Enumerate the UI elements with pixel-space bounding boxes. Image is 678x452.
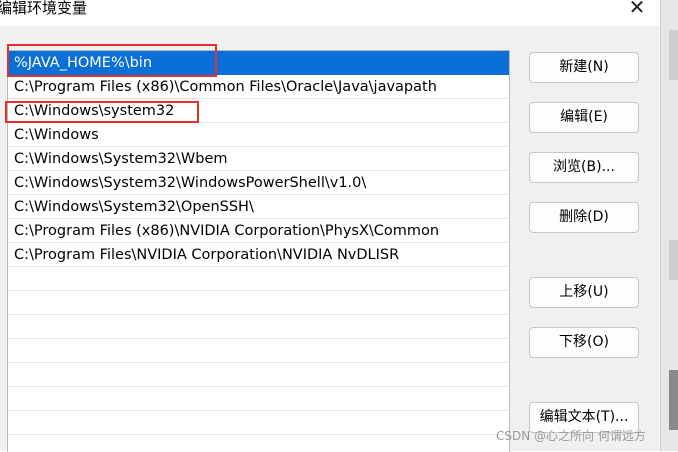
background-scroll-segment — [669, 240, 678, 280]
close-icon[interactable]: ✕ — [624, 0, 650, 19]
background-scroll-thumb — [669, 370, 678, 430]
empty-list-row — [8, 291, 509, 315]
browse-button[interactable]: 浏览(B)... — [529, 152, 639, 183]
path-list-item[interactable]: C:\Windows\System32\Wbem — [8, 147, 509, 171]
empty-list-row — [8, 411, 509, 435]
empty-list-row — [8, 267, 509, 291]
new-button[interactable]: 新建(N) — [529, 52, 639, 83]
empty-list-row — [8, 315, 509, 339]
path-list-item[interactable]: C:\Windows\System32\OpenSSH\ — [8, 195, 509, 219]
path-listbox[interactable]: %JAVA_HOME%\bin C:\Program Files (x86)\C… — [7, 50, 510, 452]
delete-button[interactable]: 删除(D) — [529, 202, 639, 233]
empty-list-row — [8, 363, 509, 387]
empty-list-row — [8, 387, 509, 411]
title-bar: 编辑环境变量 ✕ — [0, 0, 660, 26]
path-list-item[interactable]: C:\Program Files\NVIDIA Corporation\NVID… — [8, 243, 509, 267]
watermark: CSDN @心之所向 何谓远方 — [496, 429, 646, 443]
background-scroll-segment — [669, 30, 678, 80]
empty-list-row — [8, 435, 509, 452]
edit-button[interactable]: 编辑(E) — [529, 102, 639, 133]
path-list-item[interactable]: C:\Windows\system32 — [8, 99, 509, 123]
empty-list-row — [8, 339, 509, 363]
path-list-item[interactable]: %JAVA_HOME%\bin — [8, 51, 509, 75]
path-list-item[interactable]: C:\Program Files (x86)\Common Files\Orac… — [8, 75, 509, 99]
path-list-item[interactable]: C:\Windows — [8, 123, 509, 147]
path-list-item[interactable]: C:\Windows\System32\WindowsPowerShell\v1… — [8, 171, 509, 195]
move-up-button[interactable]: 上移(U) — [529, 277, 639, 308]
background-window-edge — [660, 0, 678, 451]
path-list-item[interactable]: C:\Program Files (x86)\NVIDIA Corporatio… — [8, 219, 509, 243]
window-title: 编辑环境变量 — [0, 0, 88, 17]
move-down-button[interactable]: 下移(O) — [529, 327, 639, 358]
